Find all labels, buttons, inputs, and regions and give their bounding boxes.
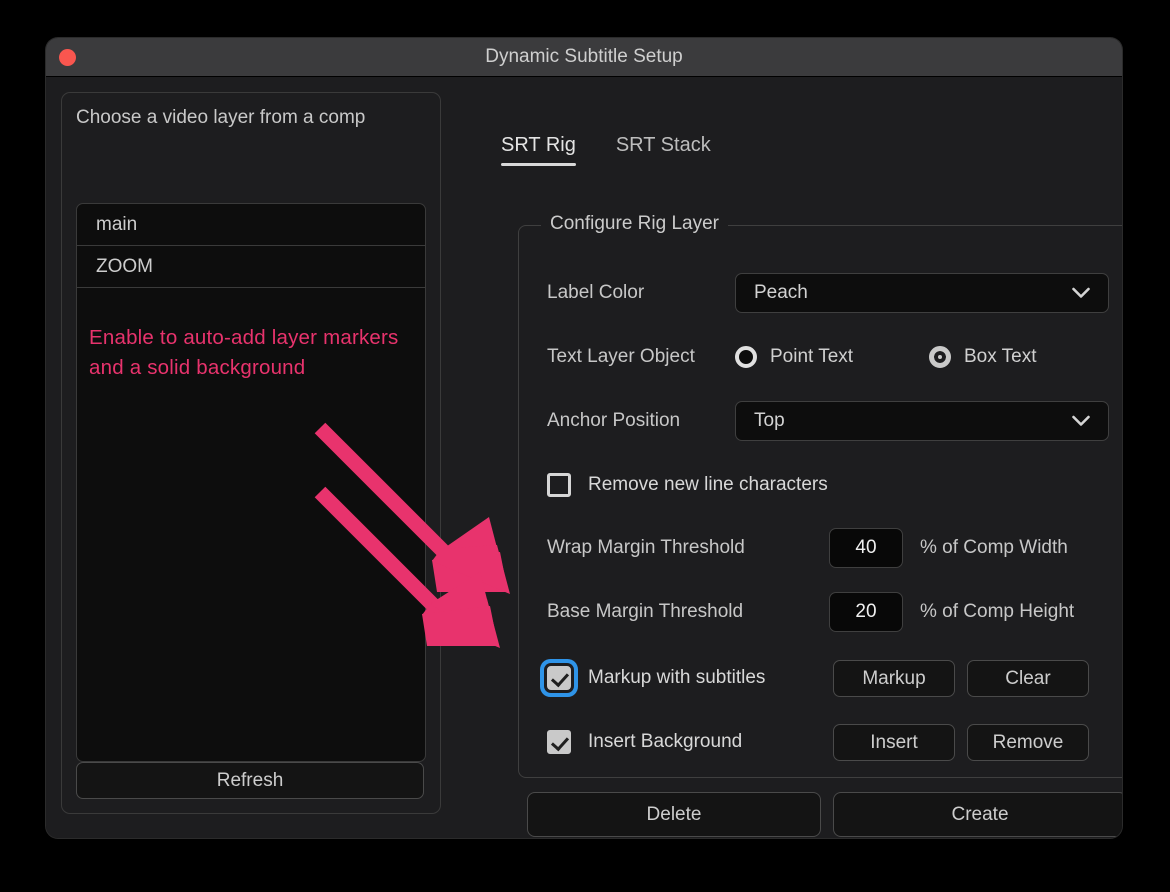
markup-row: Markup with subtitles Markup Clear bbox=[519, 658, 1122, 698]
text-layer-object-radios: Point Text Box Text bbox=[735, 346, 1037, 368]
tab-srt-stack[interactable]: SRT Stack bbox=[616, 134, 711, 166]
dialog-body: Choose a video layer from a comp main ZO… bbox=[46, 77, 1122, 838]
chevron-down-icon bbox=[1072, 287, 1090, 298]
insert-background-row: Insert Background Insert Remove bbox=[519, 722, 1122, 762]
settings-panel: SRT Rig SRT Stack Configure Rig Layer La… bbox=[456, 92, 1122, 837]
tab-bar: SRT Rig SRT Stack bbox=[501, 134, 711, 166]
base-margin-input[interactable]: 20 bbox=[829, 592, 903, 632]
layer-chooser-title: Choose a video layer from a comp bbox=[76, 107, 366, 128]
wrap-margin-input[interactable]: 40 bbox=[829, 528, 903, 568]
tab-srt-rig[interactable]: SRT Rig bbox=[501, 134, 576, 166]
dialog-window: Dynamic Subtitle Setup Choose a video la… bbox=[46, 38, 1122, 838]
markup-checkbox[interactable] bbox=[547, 666, 571, 690]
wrap-margin-row: Wrap Margin Threshold 40 % of Comp Width bbox=[519, 528, 1122, 568]
create-button[interactable]: Create bbox=[833, 792, 1122, 837]
screen: Dynamic Subtitle Setup Choose a video la… bbox=[0, 0, 1170, 892]
list-item[interactable]: ZOOM bbox=[77, 246, 425, 288]
remove-button[interactable]: Remove bbox=[967, 723, 1089, 761]
delete-button[interactable]: Delete bbox=[527, 792, 821, 837]
anchor-position-row: Anchor Position Top bbox=[519, 401, 1122, 441]
window-title: Dynamic Subtitle Setup bbox=[485, 46, 683, 67]
group-legend: Configure Rig Layer bbox=[541, 213, 728, 235]
layer-chooser-panel: Choose a video layer from a comp main ZO… bbox=[61, 92, 441, 814]
anchor-position-value: Top bbox=[754, 410, 785, 431]
refresh-button[interactable]: Refresh bbox=[76, 762, 424, 799]
markup-label: Markup with subtitles bbox=[588, 667, 766, 688]
anchor-position-select[interactable]: Top bbox=[735, 401, 1109, 441]
clear-button[interactable]: Clear bbox=[967, 659, 1089, 697]
radio-box-text-label: Box Text bbox=[964, 346, 1037, 367]
list-item[interactable]: main bbox=[77, 204, 425, 246]
anchor-position-label: Anchor Position bbox=[547, 410, 681, 431]
text-layer-object-row: Text Layer Object Point Text Box Text bbox=[519, 337, 1122, 377]
insert-button[interactable]: Insert bbox=[833, 723, 955, 761]
title-bar: Dynamic Subtitle Setup bbox=[46, 38, 1122, 77]
layer-list[interactable]: main ZOOM bbox=[76, 203, 426, 762]
radio-icon-unselected bbox=[735, 346, 757, 368]
remove-newline-checkbox[interactable] bbox=[547, 473, 571, 497]
remove-newline-label: Remove new line characters bbox=[588, 474, 828, 495]
base-margin-label: Base Margin Threshold bbox=[547, 601, 744, 622]
wrap-margin-label: Wrap Margin Threshold bbox=[547, 537, 745, 558]
remove-newline-row[interactable]: Remove new line characters bbox=[519, 465, 1122, 505]
wrap-margin-unit: % of Comp Width bbox=[920, 537, 1068, 558]
label-color-label: Label Color bbox=[547, 282, 645, 303]
markup-button[interactable]: Markup bbox=[833, 659, 955, 697]
base-margin-row: Base Margin Threshold 20 % of Comp Heigh… bbox=[519, 592, 1122, 632]
radio-box-text[interactable]: Box Text bbox=[929, 346, 1037, 368]
radio-point-text[interactable]: Point Text bbox=[735, 346, 929, 368]
label-color-value: Peach bbox=[754, 282, 808, 303]
insert-background-label: Insert Background bbox=[588, 731, 743, 752]
base-margin-unit: % of Comp Height bbox=[920, 601, 1075, 622]
radio-point-text-label: Point Text bbox=[770, 346, 854, 367]
radio-icon-selected bbox=[929, 346, 951, 368]
chevron-down-icon bbox=[1072, 415, 1090, 426]
insert-background-checkbox[interactable] bbox=[547, 730, 571, 754]
configure-rig-layer-group: Configure Rig Layer Label Color Peach Te… bbox=[518, 213, 1122, 778]
label-color-row: Label Color Peach bbox=[519, 273, 1122, 313]
label-color-select[interactable]: Peach bbox=[735, 273, 1109, 313]
text-layer-object-label: Text Layer Object bbox=[547, 346, 695, 367]
